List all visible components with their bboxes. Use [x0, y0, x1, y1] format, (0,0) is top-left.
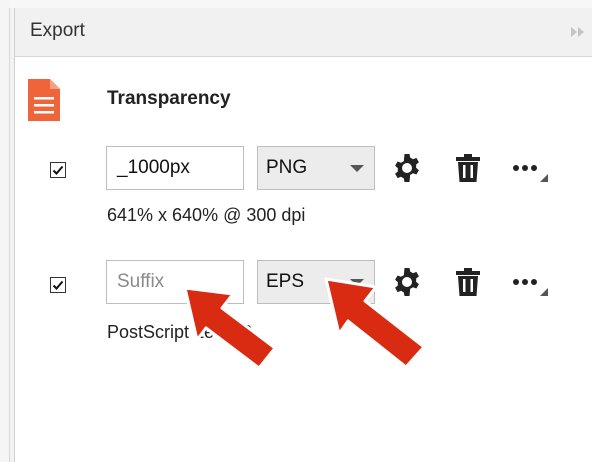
double-chevron-right-icon[interactable]	[569, 25, 587, 39]
section-title: Transparency	[107, 88, 231, 109]
row2-checkbox[interactable]	[50, 277, 66, 293]
left-edge	[0, 0, 10, 462]
annotation-arrow-format	[324, 277, 426, 369]
panel-title: Export	[30, 20, 85, 41]
gear-icon[interactable]	[391, 152, 423, 184]
row1-suffix-input[interactable]: _1000px	[106, 146, 244, 190]
panel-header: Export	[15, 8, 592, 57]
row1-format-select[interactable]: PNG	[257, 146, 375, 190]
row1-format-value: PNG	[266, 157, 308, 178]
trash-icon[interactable]	[452, 152, 484, 184]
document-icon	[28, 79, 60, 121]
trash-icon[interactable]	[452, 266, 484, 298]
row1-info: 641% x 640% @ 300 dpi	[107, 205, 306, 225]
more-options-icon[interactable]	[512, 152, 552, 184]
annotation-arrow-suffix	[183, 286, 277, 370]
export-panel: Export	[14, 8, 592, 462]
row1-checkbox[interactable]	[50, 162, 66, 178]
more-options-icon[interactable]	[512, 266, 552, 298]
checkmark-icon	[52, 165, 64, 175]
checkmark-icon	[52, 280, 64, 290]
top-edge	[10, 0, 592, 8]
chevron-down-icon	[350, 165, 364, 172]
